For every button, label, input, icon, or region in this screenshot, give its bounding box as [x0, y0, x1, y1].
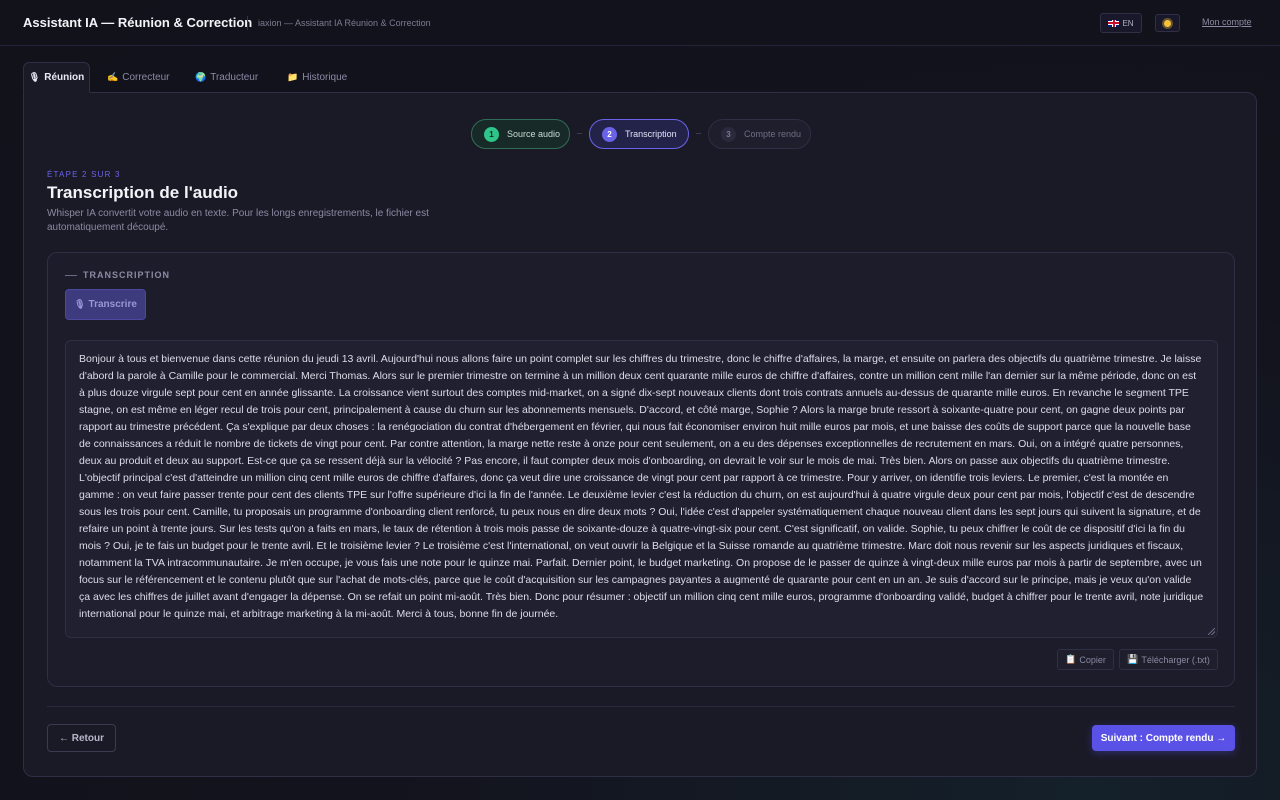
step-description: Whisper IA convertit votre audio en text…: [47, 208, 429, 233]
copy-button[interactable]: 📋 Copier: [1057, 649, 1114, 670]
theme-toggle-button[interactable]: [1155, 14, 1180, 32]
step-compte-rendu[interactable]: 3 Compte rendu: [708, 119, 811, 149]
section-label: TRANSCRIPTION: [65, 270, 170, 280]
tab-correcteur[interactable]: ✍️ Correcteur: [107, 62, 169, 93]
step-label: Compte rendu: [744, 129, 802, 139]
transcribe-button-label: Transcrire: [88, 299, 137, 310]
step-number: 3: [721, 126, 736, 142]
tab-label: Traducteur: [210, 72, 259, 83]
step-eyebrow: ÉTAPE 2 SUR 3: [47, 170, 121, 179]
footer-divider: [47, 706, 1235, 707]
main-panel: 1 Source audio 2 Transcription 3 Compte …: [23, 92, 1257, 777]
step-number: 1: [484, 126, 499, 142]
floppy-disk-icon: 💾: [1127, 654, 1139, 664]
globe-icon: 🌍: [195, 72, 207, 82]
clipboard-icon: 📋: [1065, 654, 1077, 664]
download-button-label: Télécharger (.txt): [1141, 654, 1210, 665]
mic-icon: 🎙: [28, 72, 41, 82]
tab-historique[interactable]: 📁 Historique: [287, 62, 347, 93]
tab-traducteur[interactable]: 🌍 Traducteur: [195, 62, 258, 93]
resize-handle-icon[interactable]: [1208, 628, 1215, 635]
folder-icon: 📁: [287, 72, 299, 82]
transcript-textarea[interactable]: Bonjour à tous et bienvenue dans cette r…: [65, 340, 1218, 638]
tab-label: Historique: [302, 72, 348, 83]
step-number: 2: [602, 126, 617, 142]
step-connector: [577, 133, 582, 134]
download-button[interactable]: 💾 Télécharger (.txt): [1119, 649, 1218, 670]
step-transcription[interactable]: 2 Transcription: [589, 119, 689, 149]
language-label: EN: [1122, 18, 1134, 28]
step-source-audio[interactable]: 1 Source audio: [471, 119, 570, 149]
transcript-text: Bonjour à tous et bienvenue dans cette r…: [79, 353, 1204, 620]
app-title: Assistant IA — Réunion & Correction: [23, 15, 253, 30]
account-link[interactable]: Mon compte: [1202, 17, 1252, 27]
app-subtitle: iaxion — Assistant IA Réunion & Correcti…: [258, 18, 431, 28]
tab-label: Correcteur: [122, 72, 170, 83]
transcribe-button[interactable]: 🎙 Transcrire: [65, 289, 146, 320]
section-label-text: TRANSCRIPTION: [83, 270, 170, 280]
dash-icon: [65, 274, 77, 276]
copy-button-label: Copier: [1079, 654, 1106, 665]
language-toggle-button[interactable]: EN: [1100, 13, 1142, 33]
sun-icon: [1164, 19, 1171, 27]
writing-hand-icon: ✍️: [107, 72, 119, 82]
transcription-card: TRANSCRIPTION 🎙 Transcrire Bonjour à tou…: [47, 252, 1235, 687]
uk-flag-icon: [1108, 19, 1120, 27]
header-divider: [247, 16, 248, 30]
next-button[interactable]: Suivant : Compte rendu →: [1092, 725, 1235, 751]
mic-icon: 🎙: [74, 299, 86, 309]
page-title: Transcription de l'audio: [47, 183, 239, 202]
step-connector: [696, 133, 701, 134]
tab-reunion[interactable]: 🎙 Réunion: [23, 62, 90, 93]
back-button[interactable]: ← Retour: [47, 724, 116, 752]
step-label: Transcription: [625, 129, 677, 139]
tab-label: Réunion: [44, 72, 85, 83]
top-bar: Assistant IA — Réunion & Correction iaxi…: [0, 0, 1280, 46]
step-label: Source audio: [507, 129, 561, 139]
